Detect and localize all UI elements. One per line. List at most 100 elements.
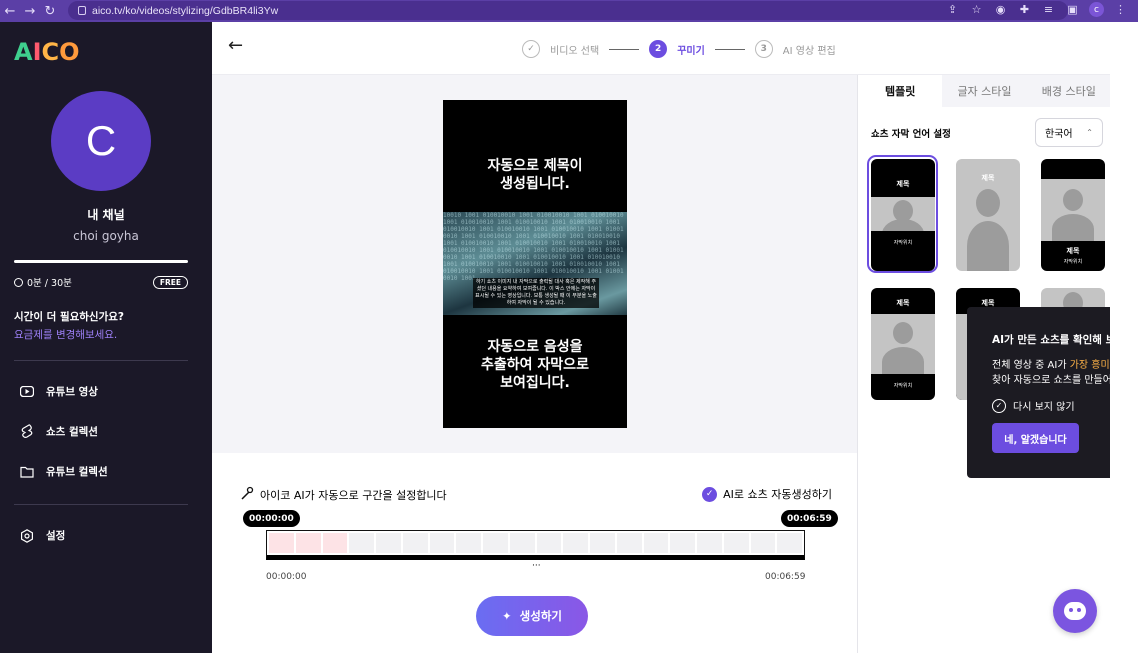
lock-icon <box>78 6 86 15</box>
chevron-updown-icon: ⌃ <box>1086 128 1093 137</box>
timeline-segment[interactable] <box>536 533 562 553</box>
preview-title: 자동으로 제목이 생성됩니다. <box>487 158 583 192</box>
change-plan-link[interactable]: 요금제를 변경해보세요. <box>14 327 117 342</box>
timeline-segment[interactable] <box>670 533 695 553</box>
menu-youtube-videos[interactable]: 유튜브 영상 <box>20 384 98 399</box>
timeline-drag-handle[interactable]: ··· <box>532 561 541 571</box>
star-icon[interactable]: ☆ <box>969 3 984 16</box>
media-icon[interactable]: ≡ <box>1041 3 1056 16</box>
reload-icon[interactable]: ↻ <box>40 4 60 19</box>
shorts-icon <box>20 424 34 439</box>
youtube-icon <box>20 385 34 399</box>
channel-username: choi goyha <box>73 229 139 243</box>
share-icon[interactable]: ⇪ <box>945 3 960 16</box>
settings-icon <box>20 528 34 543</box>
menu-shorts-collection[interactable]: 쇼츠 컬렉션 <box>20 424 98 439</box>
timeline-segment[interactable] <box>616 533 642 553</box>
timeline-segment[interactable] <box>295 533 321 553</box>
menu-label: 유튜브 컬렉션 <box>46 466 108 478</box>
timeline-segment[interactable] <box>723 533 749 553</box>
step-3-label[interactable]: AI 영상 편집 <box>783 42 836 57</box>
back-nav-icon[interactable]: ← <box>0 4 20 19</box>
logo-letter: I <box>32 38 42 66</box>
aico-logo[interactable]: AICO <box>14 38 80 66</box>
timeline-segment[interactable] <box>563 533 588 553</box>
channel-avatar: C <box>51 91 151 191</box>
check-icon: ✓ <box>702 486 718 502</box>
forward-nav-icon[interactable]: → <box>20 4 40 19</box>
auto-segment-label: 아이코 AI가 자동으로 구간을 설정합니다 <box>240 486 447 503</box>
generate-button[interactable]: ✦ 생성하기 <box>476 596 588 636</box>
tooltip-ok-button[interactable]: 네, 알겠습니다 <box>992 423 1079 453</box>
timeline-segment[interactable] <box>349 533 374 553</box>
placeholder-person-icon <box>871 197 935 231</box>
auto-generate-toggle[interactable]: ✓ AI로 쇼츠 자동생성하기 <box>702 486 832 502</box>
address-bar[interactable]: aico.tv/ko/videos/stylizing/GdbBR4li3Yw <box>68 1 1068 20</box>
placeholder-person-icon <box>956 159 1020 271</box>
menu-label: 설정 <box>46 530 66 542</box>
style-tabs: 템플릿 글자 스타일 배경 스타일 <box>858 75 1111 107</box>
step-3-number: 3 <box>754 40 773 58</box>
sidebar-divider <box>14 504 188 505</box>
menu-youtube-collection[interactable]: 유튜브 컬렉션 <box>20 464 108 479</box>
step-1-label[interactable]: 비디오 선택 <box>550 42 599 57</box>
template-3[interactable]: 제목 자막위치 <box>1041 159 1105 271</box>
template-1[interactable]: 제목 자막위치 <box>871 159 935 271</box>
logo-letter: O <box>59 38 79 66</box>
tab-background-style[interactable]: 배경 스타일 <box>1027 75 1111 107</box>
usage-row: 0분 / 30분 FREE <box>14 275 188 289</box>
step-2-label[interactable]: 꾸미기 <box>677 42 705 57</box>
back-arrow-icon[interactable]: ← <box>228 35 243 56</box>
preview-caption: 하기 쇼츠 이미지 내 자막으로 출력될 대사 혹은 제작해 주 셨던 내용을 … <box>473 278 599 308</box>
timeline-segment[interactable] <box>697 533 722 553</box>
timeline-segment[interactable] <box>643 533 669 553</box>
menu-settings[interactable]: 설정 <box>20 528 65 543</box>
plan-badge: FREE <box>152 275 188 289</box>
browser-toolbar: ← → ↻ aico.tv/ko/videos/stylizing/GdbBR4… <box>0 0 1138 22</box>
tab-template[interactable]: 템플릿 <box>858 75 943 107</box>
step-indicator: ✓ 비디오 선택 2 꾸미기 3 AI 영상 편집 <box>522 40 836 58</box>
chat-support-button[interactable] <box>1053 589 1097 633</box>
browser-actions: ⇪ ☆ ◉ ✚ ≡ ▣ c ⋮ <box>945 2 1128 17</box>
template-4[interactable]: 제목 자막위치 <box>871 288 935 400</box>
url-text: aico.tv/ko/videos/stylizing/GdbBR4li3Yw <box>92 4 279 17</box>
logo-letter: C <box>41 38 60 66</box>
placeholder-person-icon <box>871 314 935 374</box>
camera-icon[interactable]: ◉ <box>993 3 1008 16</box>
tab-text-style[interactable]: 글자 스타일 <box>942 75 1026 107</box>
timeline-segment[interactable] <box>402 533 428 553</box>
step-1-check-icon: ✓ <box>522 40 540 58</box>
timeline-segment[interactable] <box>483 533 508 553</box>
check-icon: ✓ <box>992 398 1006 413</box>
preview-subtitle: 자동으로 음성을 추출하여 자막으로 보여집니다. <box>481 339 589 391</box>
menu-kebab-icon[interactable]: ⋮ <box>1113 3 1128 16</box>
more-time-prompt: 시간이 더 필요하신가요? <box>14 311 125 323</box>
timeline-segment[interactable] <box>269 533 294 553</box>
timeline-segment[interactable] <box>777 533 802 553</box>
timeline-segment[interactable] <box>322 533 348 553</box>
profile-avatar[interactable]: c <box>1089 2 1104 17</box>
timeline-end-time: 00:06:59 <box>765 572 806 582</box>
logo-letter: A <box>14 38 33 66</box>
timeline-segment[interactable] <box>509 533 535 553</box>
timeline-track[interactable] <box>266 530 805 560</box>
sidebar-divider <box>14 360 188 361</box>
timeline-segment[interactable] <box>750 533 776 553</box>
timeline-segment[interactable] <box>429 533 455 553</box>
timeline-start-time: 00:00:00 <box>266 572 307 582</box>
template-2[interactable]: 제목 <box>956 159 1020 271</box>
subtitle-language-label: 쇼츠 자막 언어 설정 <box>871 129 951 140</box>
editor-header: ← ✓ 비디오 선택 2 꾸미기 3 AI 영상 편집 <box>212 22 1110 75</box>
sidepanel-icon[interactable]: ▣ <box>1065 3 1080 16</box>
window-edge <box>1110 22 1138 653</box>
shorts-preview: 자동으로 제목이 생성됩니다. 10010 1001 010010010 100… <box>443 100 627 428</box>
language-select[interactable]: 한국어 ⌃ <box>1035 118 1103 147</box>
start-time-pill: 00:00:00 <box>243 510 300 527</box>
timeline-segment[interactable] <box>590 533 615 553</box>
dont-show-again-option[interactable]: ✓ 다시 보지 않기 <box>992 398 1075 413</box>
timeline-segment[interactable] <box>456 533 481 553</box>
menu-label: 쇼츠 컬렉션 <box>46 426 98 438</box>
extension-icon[interactable]: ✚ <box>1017 3 1032 16</box>
usage-text: 0분 / 30분 <box>27 278 72 289</box>
timeline-segment[interactable] <box>376 533 401 553</box>
